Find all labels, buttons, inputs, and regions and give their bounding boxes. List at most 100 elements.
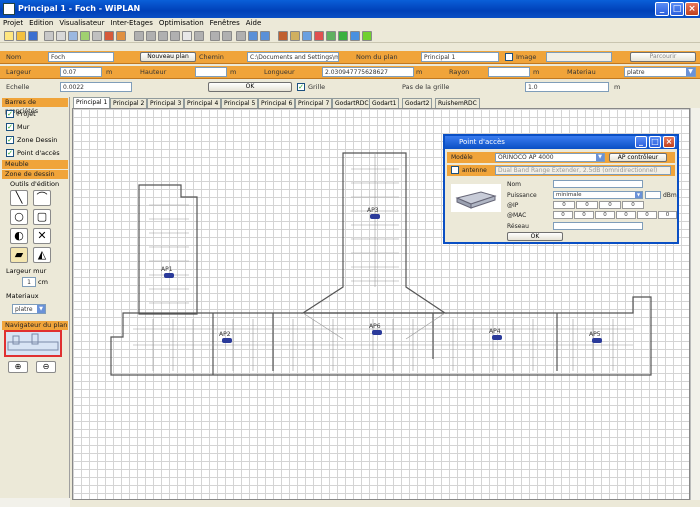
minimize-button[interactable]: _ [655, 2, 669, 16]
play-icon[interactable] [326, 31, 336, 41]
menu-visualisateur[interactable]: Visualisateur [56, 18, 107, 29]
paste-icon[interactable] [80, 31, 90, 41]
measure-icon[interactable] [222, 31, 232, 41]
menu-optimisation[interactable]: Optimisation [156, 18, 207, 29]
tab-principal-6[interactable]: Principal 6 [258, 98, 296, 108]
meuble-header[interactable]: Meuble [2, 160, 68, 169]
menu-aide[interactable]: Aide [243, 18, 264, 29]
tab-godart-1[interactable]: Godart1 [369, 98, 400, 108]
menu-projet[interactable]: Projet [0, 18, 26, 29]
reseau-field[interactable] [553, 222, 643, 230]
dialog-maximize-button[interactable]: □ [649, 136, 661, 148]
dialog-ok-button[interactable]: OK [507, 232, 563, 241]
dialog-minimize-button[interactable]: _ [635, 136, 647, 148]
echelle-field[interactable]: 0.0022 [60, 82, 132, 92]
mac-byte-1[interactable]: 0 [553, 211, 573, 219]
zoom-in-icon[interactable] [134, 31, 144, 41]
print-icon[interactable] [44, 31, 54, 41]
tab-principal-1[interactable]: Principal 1 [73, 97, 111, 108]
access-point-ap3[interactable]: AP3 [367, 207, 380, 219]
pan-icon[interactable] [170, 31, 180, 41]
chevron-down-icon[interactable]: ▼ [37, 305, 45, 313]
ip-octet-3[interactable]: 0 [599, 201, 621, 209]
mac-byte-3[interactable]: 0 [595, 211, 615, 219]
chemin-field[interactable]: C:\Documents and Settings\mgorc [247, 52, 339, 62]
report-icon[interactable] [362, 31, 372, 41]
wall-icon[interactable] [116, 31, 126, 41]
run-icon[interactable] [338, 31, 348, 41]
zoom-fit-icon[interactable] [158, 31, 168, 41]
tab-principal-7[interactable]: Principal 7 [295, 98, 333, 108]
access-point-ap2[interactable]: AP2 [219, 331, 232, 343]
image-path-field[interactable] [546, 52, 612, 62]
modele-select[interactable]: ORINOCO AP 4000 ▼ [495, 153, 605, 162]
grille-checkbox[interactable]: ✓ [297, 83, 305, 91]
cut-icon[interactable] [56, 31, 66, 41]
close-button[interactable]: × [685, 2, 699, 16]
nom-plan-field[interactable]: Principal 1 [421, 52, 499, 62]
antenna-tool-icon[interactable]: ◭ [33, 247, 51, 263]
tab-ruisheim-rdc[interactable]: RuishemRDC [435, 98, 480, 108]
tab-godart-rdc[interactable]: GodartRDC [332, 98, 372, 108]
maximize-button[interactable]: □ [670, 2, 684, 16]
access-point-ap1[interactable]: AP1 [161, 266, 174, 278]
antenne-checkbox[interactable] [451, 166, 459, 174]
zoom-out-icon[interactable] [146, 31, 156, 41]
tab-godart-2[interactable]: Godart2 [402, 98, 433, 108]
left-scrollbar[interactable] [0, 498, 70, 507]
dbm-field[interactable] [645, 191, 661, 199]
rayon-field[interactable] [488, 67, 530, 77]
line-tool-icon[interactable]: ╲ [10, 190, 28, 206]
delete-tool-icon[interactable]: ✕ [33, 228, 51, 244]
circle-tool-icon[interactable]: ○ [10, 209, 28, 225]
zone-dessin-header[interactable]: Zone de dessin [2, 170, 68, 179]
save-icon[interactable] [28, 31, 38, 41]
chevron-down-icon[interactable]: ▼ [686, 68, 695, 76]
antenne-select[interactable]: Dual Band Range Extender, 2.5dB (omnidir… [495, 166, 671, 175]
tab-principal-2[interactable]: Principal 2 [110, 98, 148, 108]
export-icon[interactable] [350, 31, 360, 41]
mur-checkbox[interactable]: ✓ [6, 123, 14, 131]
chevron-down-icon[interactable]: ▼ [596, 154, 604, 161]
open-folder-icon[interactable] [16, 31, 26, 41]
copy-icon[interactable] [68, 31, 78, 41]
new-file-icon[interactable] [4, 31, 14, 41]
tab-principal-3[interactable]: Principal 3 [147, 98, 185, 108]
mac-byte-5[interactable]: 0 [637, 211, 657, 219]
ap-nom-field[interactable] [553, 180, 643, 188]
longueur-field[interactable]: 2.030947775628627 [322, 67, 414, 77]
nouveau-plan-button[interactable]: Nouveau plan [140, 52, 196, 62]
filter-icon[interactable] [302, 31, 312, 41]
largeur-field[interactable]: 0.07 [60, 67, 102, 77]
lock-icon[interactable] [290, 31, 300, 41]
undo-icon[interactable] [182, 31, 192, 41]
materiau-select[interactable]: platre ▼ [624, 67, 696, 77]
access-point-tool-icon[interactable]: ▰ [10, 247, 28, 263]
tab-principal-4[interactable]: Principal 4 [184, 98, 222, 108]
ip-octet-4[interactable]: 0 [622, 201, 644, 209]
rotate-tool-icon[interactable]: ◐ [10, 228, 28, 244]
navigateur-header[interactable]: Navigateur du plan [2, 321, 68, 330]
image-checkbox[interactable] [505, 53, 513, 61]
pencil-icon[interactable] [314, 31, 324, 41]
canvas-scrollbar[interactable] [690, 108, 700, 500]
scale-ok-button[interactable]: OK [208, 82, 292, 92]
access-point-icon[interactable] [248, 31, 258, 41]
dialog-close-button[interactable]: × [663, 136, 675, 148]
pas-grille-field[interactable]: 1.0 [525, 82, 609, 92]
menu-fenetres[interactable]: Fenêtres [207, 18, 243, 29]
mac-byte-4[interactable]: 0 [616, 211, 636, 219]
layers-icon[interactable] [210, 31, 220, 41]
zone-dessin-checkbox[interactable]: ✓ [6, 136, 14, 144]
zoom-out-nav-icon[interactable]: ⊖ [36, 361, 56, 373]
ip-octet-1[interactable]: 0 [553, 201, 575, 209]
network-icon[interactable] [260, 31, 270, 41]
point-acces-checkbox[interactable]: ✓ [6, 149, 14, 157]
mac-byte-2[interactable]: 0 [574, 211, 594, 219]
menu-inter-etages[interactable]: Inter-Etages [108, 18, 156, 29]
nom-field[interactable]: Foch [48, 52, 114, 62]
arc-tool-icon[interactable]: ⌒ [33, 190, 51, 206]
ap-controleur-button[interactable]: AP contrôleur [609, 153, 667, 162]
menu-edition[interactable]: Edition [26, 18, 56, 29]
mac-byte-6[interactable]: 0 [658, 211, 677, 219]
